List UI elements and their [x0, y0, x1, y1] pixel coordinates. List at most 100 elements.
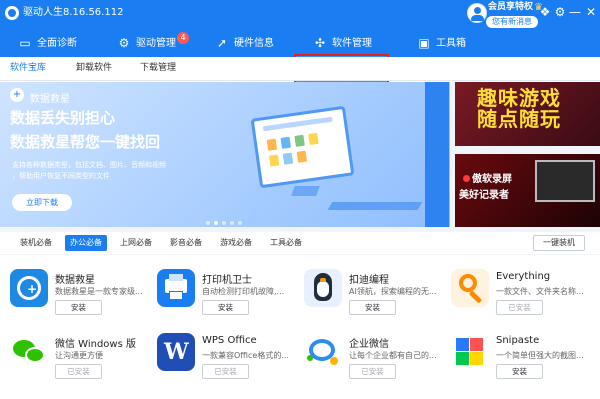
- promo-banner[interactable]: + 数据救星 数据丢失别担心 数据救星帮您一键找回 支持各种数据类型，包括文档、…: [0, 82, 450, 227]
- app-name: Everything: [496, 271, 551, 282]
- close-icon[interactable]: ✕: [584, 5, 598, 19]
- app-description: 一个简单但强大的截图...: [496, 351, 584, 360]
- tab-hardware-info[interactable]: ➚ 硬件信息: [215, 30, 274, 57]
- app-window: 驱动人生8.16.56.112 会员享特权 ♛ 您有新消息 ❖ ⚙ — ✕ ▭ 全…: [0, 0, 600, 399]
- carousel-dots[interactable]: [206, 210, 246, 227]
- app-card[interactable]: 微信 Windows 版 让沟通更方便 已安装: [10, 333, 150, 397]
- settings-gear-icon[interactable]: ⚙: [553, 5, 567, 19]
- data-rescue-icon: +: [10, 269, 48, 307]
- app-card[interactable]: Snipaste 一个简单但强大的截图... 安装: [451, 333, 591, 397]
- promo-games-text: 趣味游戏 随点随玩: [477, 86, 561, 131]
- app-card[interactable]: W WPS Office 一款兼容Office格式的... 已安装: [157, 333, 297, 397]
- app-card[interactable]: 扣迪编程 AI领航，探索编程的无... 安装: [304, 269, 444, 333]
- app-name: 企业微信: [349, 339, 389, 350]
- minimize-icon[interactable]: —: [568, 5, 582, 19]
- tab-label: 硬件信息: [234, 38, 274, 49]
- app-name: 扣迪编程: [349, 275, 389, 286]
- subtab-download-manager[interactable]: 下载管理: [140, 62, 176, 74]
- app-name: WPS Office: [202, 335, 257, 346]
- category-office[interactable]: 办公必备: [65, 235, 107, 251]
- app-description: 让每个企业都有自己的...: [349, 351, 437, 360]
- penguin-icon: [304, 269, 342, 307]
- platform-illustration: [327, 202, 423, 210]
- app-card[interactable]: 企业微信 让每个企业都有自己的... 已安装: [304, 333, 444, 397]
- install-button[interactable]: 安装: [349, 300, 396, 315]
- app-card[interactable]: Everything 一款文件、文件夹名称... 已安装: [451, 269, 591, 333]
- recorder-screen-illustration: [535, 160, 595, 202]
- app-description: 自动检测打印机故障,...: [202, 287, 285, 296]
- tab-label: 软件管理: [332, 38, 372, 49]
- banner-side-strip: [425, 82, 449, 227]
- app-description: 数据救星是一款专家级...: [55, 287, 143, 296]
- subtab-software-library[interactable]: 软件宝库: [10, 62, 46, 74]
- app-description: 一款兼容Office格式的...: [202, 351, 289, 360]
- tab-label: 工具箱: [436, 38, 466, 49]
- main-content: + 数据救星 数据丢失别担心 数据救星帮您一键找回 支持各种数据类型，包括文档、…: [0, 82, 600, 399]
- category-games[interactable]: 游戏必备: [220, 237, 252, 249]
- user-avatar[interactable]: [467, 3, 487, 23]
- promo-recorder-title: 傲软录屏: [463, 170, 512, 185]
- app-name: 数据救星: [55, 275, 95, 286]
- category-internet[interactable]: 上网必备: [120, 237, 152, 249]
- app-card[interactable]: 打印机卫士 自动检测打印机故障,... 安装: [157, 269, 297, 333]
- app-grid: + 数据救星 数据救星是一款专家级... 安装 打印机卫士 自动检测打印机故障,…: [0, 255, 600, 399]
- monitor-illustration: [250, 105, 355, 189]
- installed-button[interactable]: 已安装: [202, 364, 249, 379]
- snipaste-icon: [451, 333, 489, 371]
- app-name: Snipaste: [496, 335, 540, 346]
- monitor-stand: [291, 186, 320, 196]
- rocket-icon: ➚: [216, 36, 228, 50]
- wechat-icon: [10, 333, 48, 371]
- installed-button[interactable]: 已安装: [496, 300, 543, 315]
- gear-icon: ⚙: [118, 36, 130, 50]
- one-click-install-button[interactable]: 一键装机: [533, 235, 585, 251]
- promo-recorder-subtitle: 美好记录者: [459, 190, 509, 201]
- promo-screen-recorder[interactable]: 傲软录屏 美好记录者: [455, 154, 600, 227]
- category-bar: 装机必备 办公必备 上网必备 影音必备 游戏必备 工具必备 一键装机: [0, 232, 600, 254]
- app-title: 驱动人生8.16.56.112: [23, 7, 124, 18]
- data-rescue-icon: +: [10, 88, 24, 102]
- vip-label[interactable]: 会员享特权: [488, 2, 533, 13]
- category-essentials[interactable]: 装机必备: [20, 237, 52, 249]
- tab-toolbox[interactable]: ▣ 工具箱: [417, 30, 466, 57]
- monitor-icon: ▭: [19, 36, 31, 50]
- download-now-button[interactable]: 立即下载: [12, 194, 72, 211]
- app-description: AI领航，探索编程的无...: [349, 287, 437, 296]
- app-name: 微信 Windows 版: [55, 339, 136, 350]
- subtab-uninstall[interactable]: 卸载软件: [76, 62, 112, 74]
- banner-tag: 数据救星: [30, 94, 70, 105]
- title-bar: 驱动人生8.16.56.112 会员享特权 ♛ 您有新消息 ❖ ⚙ — ✕: [0, 0, 600, 30]
- banner-desc-line: ，帮助用户恢复不同类型的文件: [12, 172, 110, 180]
- tab-software-management[interactable]: ✣ 软件管理: [313, 30, 372, 57]
- wps-icon: W: [157, 333, 195, 371]
- tab-label: 驱动管理: [136, 38, 176, 49]
- sub-nav: 软件宝库 卸载软件 下载管理: [0, 57, 600, 81]
- app-card[interactable]: + 数据救星 数据救星是一款专家级... 安装: [10, 269, 150, 333]
- install-button[interactable]: 安装: [202, 300, 249, 315]
- category-media[interactable]: 影音必备: [170, 237, 202, 249]
- apps-icon: ✣: [314, 36, 326, 50]
- magnifier-icon: [451, 269, 489, 307]
- new-message-pill[interactable]: 您有新消息: [486, 16, 538, 28]
- banner-subheadline: 数据救星帮您一键找回: [10, 133, 161, 151]
- banner-headline: 数据丢失别担心: [10, 109, 116, 127]
- app-name: 打印机卫士: [202, 275, 252, 286]
- app-description: 让沟通更方便: [55, 351, 103, 360]
- record-icon: [463, 175, 470, 182]
- tab-label: 全面诊断: [37, 38, 77, 49]
- promo-fun-games[interactable]: 趣味游戏 随点随玩: [455, 82, 600, 146]
- driver-update-badge: 4: [177, 32, 189, 44]
- app-logo-icon: [5, 6, 19, 20]
- install-button[interactable]: 安装: [55, 300, 102, 315]
- category-tools[interactable]: 工具必备: [270, 237, 302, 249]
- printer-icon: [157, 269, 195, 307]
- toolbox-icon: ▣: [418, 36, 430, 50]
- wecom-icon: [304, 333, 342, 371]
- main-nav: ▭ 全面诊断 ⚙ 驱动管理 4 ➚ 硬件信息 ✣ 软件管理 ▣ 工具箱: [0, 30, 600, 84]
- installed-button[interactable]: 已安装: [349, 364, 396, 379]
- tab-driver-management[interactable]: ⚙ 驱动管理: [117, 30, 176, 57]
- skin-icon[interactable]: ❖: [538, 5, 552, 19]
- install-button[interactable]: 安装: [496, 364, 543, 379]
- tab-full-diagnosis[interactable]: ▭ 全面诊断: [18, 30, 77, 57]
- installed-button[interactable]: 已安装: [55, 364, 102, 379]
